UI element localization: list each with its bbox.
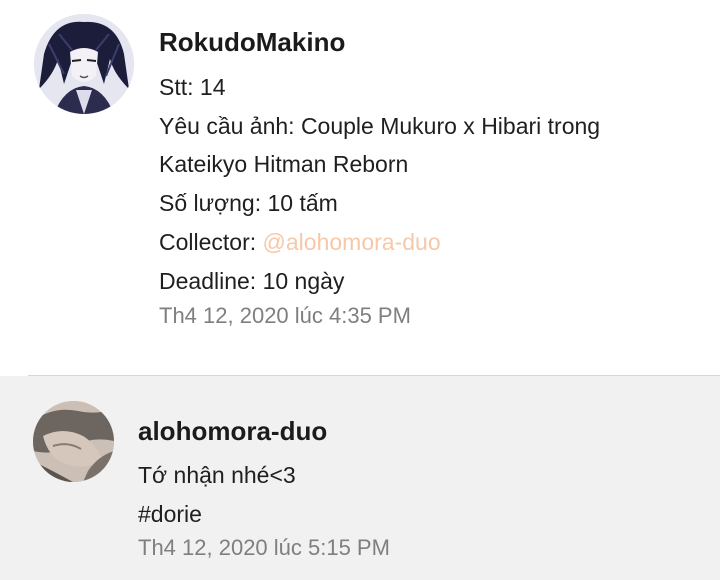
timestamp[interactable]: Th4 12, 2020 lúc 4:35 PM xyxy=(159,303,411,329)
author-name[interactable]: RokudoMakino xyxy=(159,27,345,58)
collector-mention-link[interactable]: @alohomora-duo xyxy=(263,229,441,255)
stt-line: Stt: 14 xyxy=(159,74,226,100)
collector-label: Collector: xyxy=(159,229,263,255)
avatar[interactable] xyxy=(34,14,134,114)
comment-rokudomakino: RokudoMakino Stt: 14 Yêu cầu ảnh: Couple… xyxy=(0,0,720,374)
collector-line: Collector: @alohomora-duo xyxy=(159,229,441,256)
anime-character-avatar-icon xyxy=(34,14,134,114)
author-name[interactable]: alohomora-duo xyxy=(138,416,327,447)
request-line: Yêu cầu ảnh: Couple Mukuro x Hibari tron… xyxy=(159,113,601,139)
deadline-line: Deadline: 10 ngày xyxy=(159,268,345,294)
timestamp[interactable]: Th4 12, 2020 lúc 5:15 PM xyxy=(138,535,390,561)
hashtag-link[interactable]: #dorie xyxy=(138,501,202,528)
avatar[interactable] xyxy=(33,401,114,482)
photo-avatar-icon xyxy=(33,401,114,482)
quantity-line: Số lượng: 10 tấm xyxy=(159,190,338,216)
request-line-continued: Kateikyo Hitman Reborn xyxy=(159,151,409,177)
comment-text: Tớ nhận nhé<3 xyxy=(138,462,296,488)
